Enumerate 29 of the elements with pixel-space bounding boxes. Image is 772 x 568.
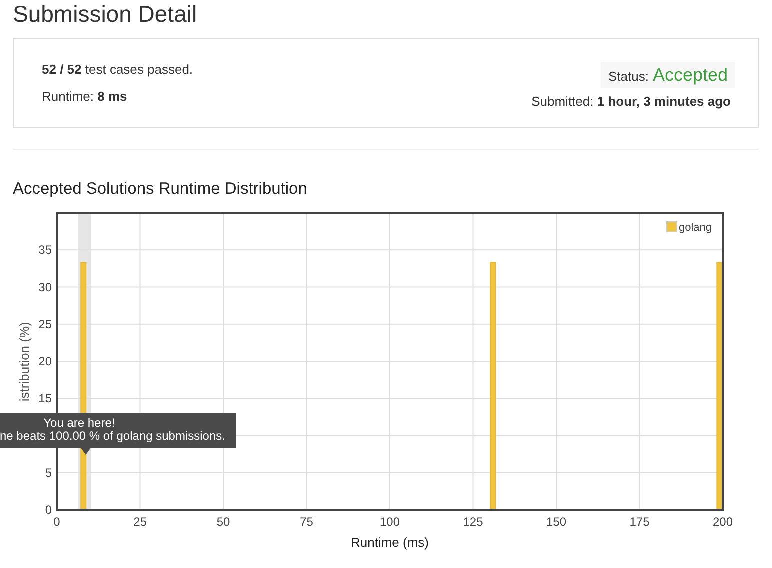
y-tick-label: 20 (38, 354, 52, 368)
y-axis-label: istribution (%) (17, 322, 32, 402)
y-tick-label: 30 (38, 280, 52, 294)
x-tick-label: 200 (712, 515, 734, 529)
x-tick-label: 0 (54, 515, 60, 529)
chart-title: Accepted Solutions Runtime Distribution (13, 179, 308, 199)
x-axis-label: Runtime (ms) (351, 535, 429, 550)
y-tick-label: 0 (45, 503, 52, 517)
legend-label: golang (679, 222, 712, 234)
page-title: Submission Detail (13, 0, 198, 28)
x-tick-label: 25 (134, 515, 147, 529)
status-value: Accepted (652, 64, 728, 86)
runtime-text: Runtime: 8 ms (42, 89, 128, 104)
tooltip-text: ne beats 100.00 % of golang submissions. (0, 430, 226, 443)
y-tick-label: 35 (38, 243, 52, 258)
x-tick-label: 125 (463, 515, 484, 529)
submitted-text: Submitted: 1 hour, 3 minutes ago (532, 94, 731, 108)
x-tick-label: 50 (216, 515, 230, 529)
status-label: Status: (608, 68, 649, 84)
y-tick-label: 15 (38, 392, 52, 406)
tooltip-title: You are here! (42, 417, 116, 430)
x-tick-label: 75 (300, 515, 314, 529)
y-tick-label: 5 (45, 466, 52, 480)
cases-passed-text: 52 / 52 test cases passed. (42, 62, 194, 77)
legend: golang (666, 222, 712, 234)
x-tick-label: 100 (380, 515, 400, 529)
x-tick-label: 175 (630, 515, 650, 529)
x-tick-label: 150 (546, 515, 567, 529)
y-tick-label: 25 (38, 317, 52, 332)
